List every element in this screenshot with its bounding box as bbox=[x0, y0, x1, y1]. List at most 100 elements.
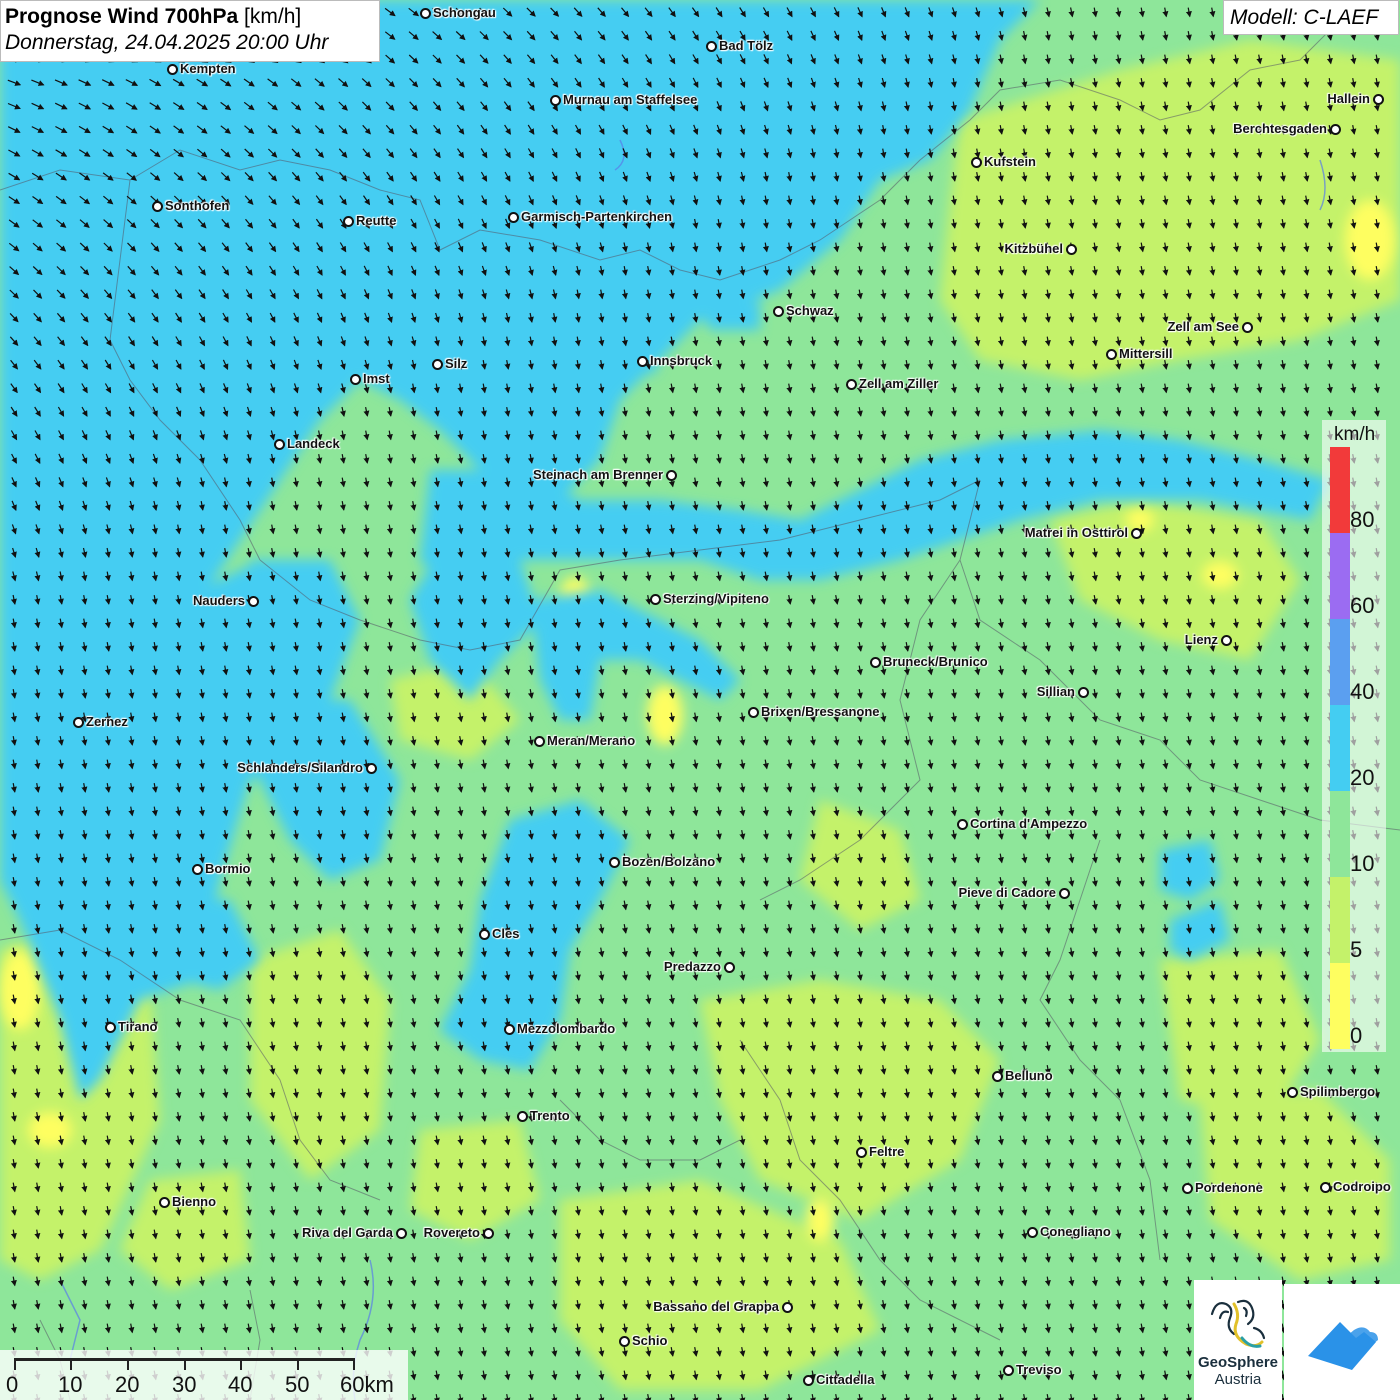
city-marker bbox=[1221, 635, 1232, 646]
city-marker bbox=[1330, 124, 1341, 135]
geosphere-name: GeoSphere bbox=[1197, 1354, 1279, 1371]
city-label: Brixen/Bressanone bbox=[761, 704, 880, 719]
city-label: Rovereto bbox=[423, 1225, 480, 1240]
legend-label-20: 20 bbox=[1350, 765, 1375, 790]
city-label: Zell am Ziller bbox=[859, 376, 939, 391]
city-marker bbox=[773, 306, 784, 317]
city-marker bbox=[846, 379, 857, 390]
city-label: Reutte bbox=[356, 213, 397, 228]
city-label: Imst bbox=[363, 371, 390, 386]
city-label: Tirano bbox=[118, 1019, 158, 1034]
city-marker bbox=[1066, 244, 1077, 255]
city-label: Murnau am Staffelsee bbox=[563, 92, 698, 107]
legend-band-10-20 bbox=[1330, 791, 1350, 877]
city-marker bbox=[1106, 349, 1117, 360]
city-marker bbox=[483, 1228, 494, 1239]
scale-label-50: 50 bbox=[285, 1372, 310, 1397]
geosphere-mark-icon bbox=[1210, 1299, 1266, 1348]
city-label: Sillian bbox=[1036, 684, 1075, 699]
city-marker bbox=[870, 657, 881, 668]
city-marker bbox=[1182, 1183, 1193, 1194]
legend-band-40-60 bbox=[1330, 619, 1350, 705]
city-marker bbox=[706, 41, 717, 52]
city-marker bbox=[73, 717, 84, 728]
scale-label-20: 20 bbox=[115, 1372, 140, 1397]
city-label: Conegliano bbox=[1040, 1224, 1111, 1239]
city-label: Mezzolombardo bbox=[517, 1021, 616, 1036]
city-label: Zell am See bbox=[1167, 319, 1239, 334]
city-label: Bienno bbox=[172, 1194, 217, 1209]
city-marker bbox=[159, 1197, 170, 1208]
scale-tick bbox=[70, 1358, 72, 1370]
city-label: Bassano del Grappa bbox=[653, 1299, 779, 1314]
city-marker bbox=[1287, 1087, 1298, 1098]
city-marker bbox=[396, 1228, 407, 1239]
city-label: Kitzbühel bbox=[1004, 241, 1064, 256]
city-marker bbox=[167, 64, 178, 75]
legend-label-80: 80 bbox=[1350, 507, 1375, 532]
city-label: Belluno bbox=[1005, 1068, 1053, 1083]
city-marker bbox=[992, 1071, 1003, 1082]
city-label: Cortina d'Ampezzo bbox=[970, 816, 1088, 831]
city-marker bbox=[748, 707, 759, 718]
legend-label-5: 5 bbox=[1350, 937, 1363, 962]
city-label: Mittersill bbox=[1119, 346, 1173, 361]
city-marker bbox=[1131, 528, 1142, 539]
city-marker bbox=[1003, 1365, 1014, 1376]
legend-band-5-10 bbox=[1330, 877, 1350, 963]
city-marker bbox=[504, 1024, 515, 1035]
scale-tick bbox=[184, 1358, 186, 1370]
city-marker bbox=[803, 1375, 814, 1386]
map-subtitle: Donnerstag, 24.04.2025 20:00 Uhr bbox=[5, 31, 329, 54]
scale-tick bbox=[240, 1358, 242, 1370]
city-label: Codroipo bbox=[1333, 1179, 1391, 1194]
city-label: Schwaz bbox=[786, 303, 834, 318]
city-marker bbox=[152, 201, 163, 212]
city-marker bbox=[1059, 888, 1070, 899]
wind-map: Prognose Wind 700hPa [km/h] Donnerstag, … bbox=[0, 0, 1400, 1400]
city-marker bbox=[432, 359, 443, 370]
city-marker bbox=[274, 439, 285, 450]
city-marker bbox=[1242, 322, 1253, 333]
city-label: Riva del Garda bbox=[301, 1225, 393, 1240]
city-marker bbox=[1320, 1182, 1331, 1193]
city-marker bbox=[637, 356, 648, 367]
city-label: Bad Tölz bbox=[719, 38, 774, 53]
model-label: Modell: C-LAEF bbox=[1223, 0, 1399, 35]
geosphere-country: Austria bbox=[1214, 1371, 1262, 1388]
city-marker bbox=[856, 1147, 867, 1158]
city-label: Sonthofen bbox=[165, 198, 230, 213]
city-label: Sterzing/Vipiteno bbox=[663, 591, 769, 606]
map-title: Prognose Wind 700hPa [km/h] bbox=[5, 5, 379, 29]
city-label: Schlanders/Silandro bbox=[237, 760, 363, 775]
city-label: Lienz bbox=[1184, 632, 1218, 647]
city-label: Silz bbox=[445, 356, 468, 371]
city-marker bbox=[534, 736, 545, 747]
city-marker bbox=[479, 929, 490, 940]
city-label: Schongau bbox=[433, 5, 496, 20]
city-marker bbox=[971, 157, 982, 168]
city-label: Kempten bbox=[180, 61, 236, 76]
legend-band-20-40 bbox=[1330, 705, 1350, 791]
mountain-cloud-icon bbox=[1308, 1322, 1378, 1370]
legend-label-40: 40 bbox=[1350, 679, 1375, 704]
city-marker bbox=[619, 1336, 630, 1347]
city-label: Trento bbox=[530, 1108, 570, 1123]
city-label: Berchtesgaden bbox=[1233, 121, 1327, 136]
city-marker bbox=[782, 1302, 793, 1313]
legend-unit: km/h bbox=[1334, 424, 1376, 445]
scale-label-10: 10 bbox=[58, 1372, 83, 1397]
city-label: Bormio bbox=[205, 861, 251, 876]
city-label: Meran/Merano bbox=[547, 733, 636, 748]
city-label: Pordenone bbox=[1195, 1180, 1263, 1195]
city-label: Cles bbox=[492, 926, 520, 941]
city-label: Kufstein bbox=[984, 154, 1036, 169]
legend-band-0-5 bbox=[1330, 963, 1350, 1049]
legend-band-60-80 bbox=[1330, 533, 1350, 619]
city-label: Matrei in Osttirol bbox=[1024, 525, 1128, 540]
city-label: Spilimbergo bbox=[1300, 1084, 1376, 1099]
city-label: Nauders bbox=[192, 593, 245, 608]
title-box: Prognose Wind 700hPa [km/h] Donnerstag, … bbox=[0, 0, 380, 62]
city-marker bbox=[1373, 94, 1384, 105]
city-marker bbox=[366, 763, 377, 774]
